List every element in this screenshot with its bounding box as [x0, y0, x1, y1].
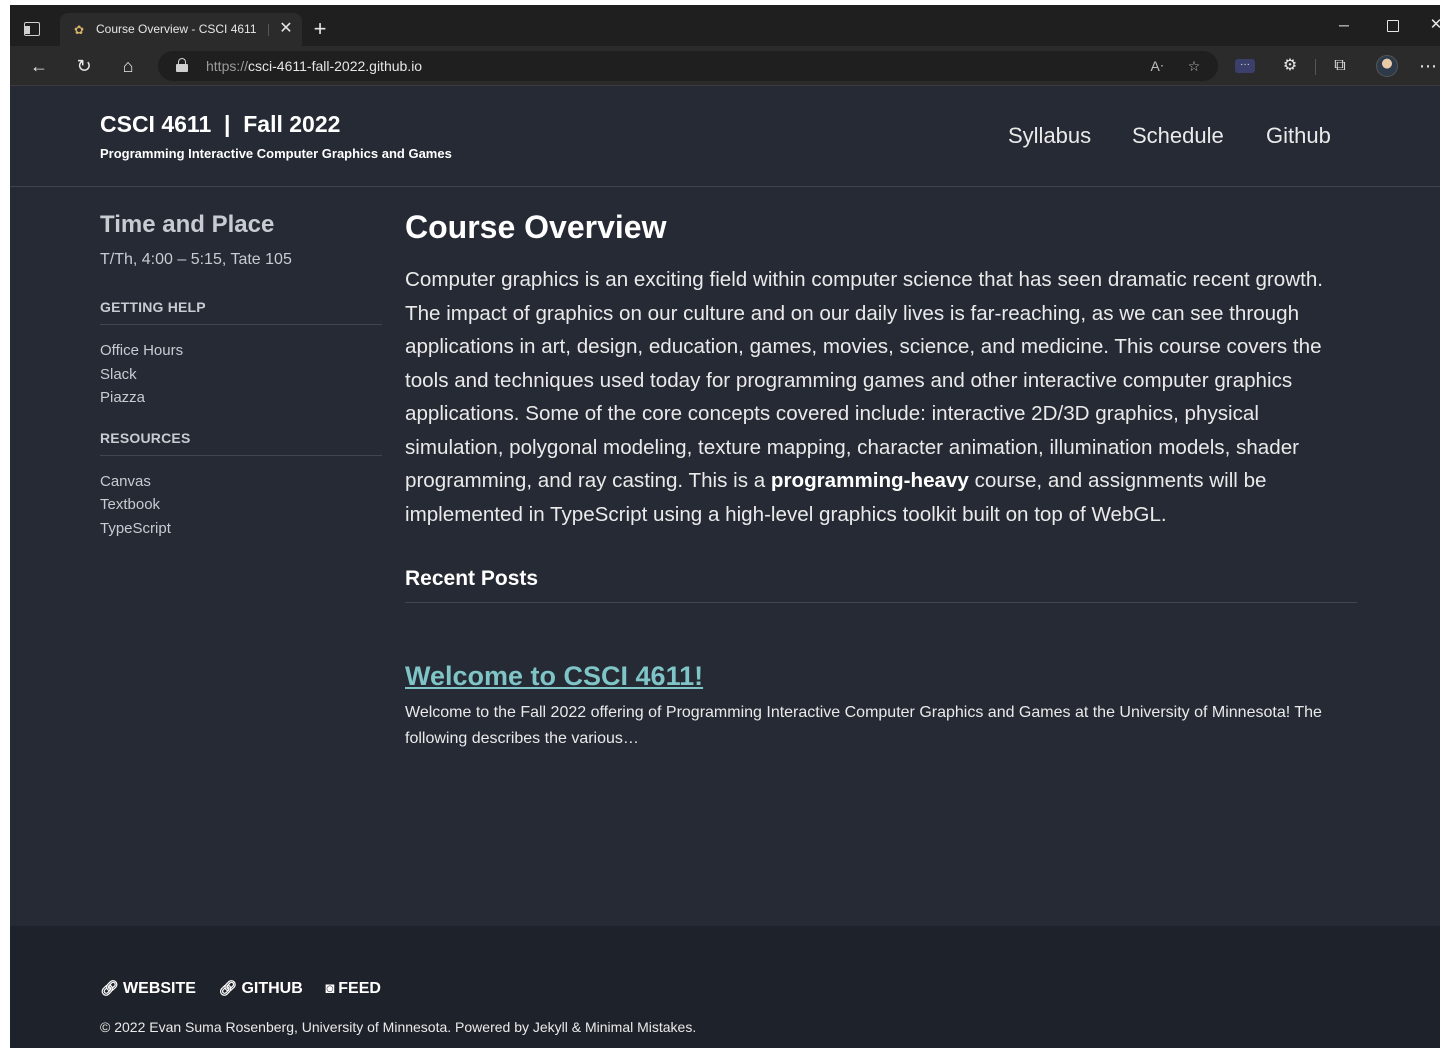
- read-aloud-icon[interactable]: A͏ᐧ: [1146, 56, 1168, 76]
- post-title-link[interactable]: Welcome to CSCI 4611!: [405, 661, 703, 692]
- browser-tab[interactable]: ✿ Course Overview - CSCI 4611 ✕: [60, 13, 302, 46]
- sidebar-link-piazza[interactable]: Piazza: [100, 386, 382, 410]
- copyright: © 2022 Evan Suma Rosenberg, University o…: [100, 1019, 697, 1035]
- course-description: Computer graphics is an exciting field w…: [405, 268, 1324, 526]
- maximize-icon[interactable]: [1380, 13, 1404, 37]
- sidebar-link-canvas[interactable]: Canvas: [100, 470, 382, 494]
- home-icon[interactable]: ⌂: [116, 54, 140, 78]
- new-tab-icon[interactable]: +: [308, 17, 332, 41]
- favorite-icon[interactable]: ☆: [1183, 56, 1205, 76]
- lock-icon[interactable]: [176, 58, 188, 72]
- rss-icon: ◙: [325, 980, 335, 997]
- site-subtitle: Programming Interactive Computer Graphic…: [100, 146, 452, 161]
- toolbar-divider: [1315, 59, 1316, 75]
- web-page: CSCI 4611 | Fall 2022 Programming Intera…: [10, 87, 1440, 1048]
- sidebar-link-typescript[interactable]: TypeScript: [100, 517, 382, 541]
- sidebar-heading: Time and Place: [100, 211, 275, 238]
- site-title[interactable]: CSCI 4611 | Fall 2022: [100, 111, 340, 138]
- title-bar: ✿ Course Overview - CSCI 4611 ✕ + ─ ✕: [10, 5, 1440, 46]
- emphasis-text: programming-heavy: [770, 469, 969, 492]
- browser-toolbar: ← ↻ ⌂ https://csci-4611-fall-2022.github…: [10, 46, 1440, 86]
- profile-avatar[interactable]: [1376, 55, 1398, 77]
- refresh-icon[interactable]: ↻: [72, 54, 96, 78]
- footer-link-github[interactable]: 🔗︎ GITHUB: [218, 979, 302, 998]
- sidebar-link-office-hours[interactable]: Office Hours: [100, 339, 382, 363]
- puzzle-icon[interactable]: ⚙: [1278, 54, 1302, 78]
- back-icon[interactable]: ←: [27, 54, 51, 78]
- resources-links: Canvas Textbook TypeScript: [100, 470, 382, 541]
- browser-window: ✿ Course Overview - CSCI 4611 ✕ + ─ ✕ ← …: [10, 5, 1440, 1048]
- nav-schedule[interactable]: Schedule: [1132, 123, 1224, 149]
- main-content: Course Overview Computer graphics is an …: [405, 209, 1357, 752]
- recent-posts-heading: Recent Posts: [405, 567, 1357, 603]
- tab-separator: [268, 24, 269, 36]
- window-close-icon[interactable]: ✕: [1424, 13, 1440, 37]
- footer-link-website[interactable]: 🔗︎ WEBSITE: [100, 979, 196, 998]
- minimize-icon[interactable]: ─: [1332, 13, 1356, 37]
- url-text[interactable]: https://csci-4611-fall-2022.github.io: [206, 58, 422, 74]
- getting-help-links: Office Hours Slack Piazza: [100, 339, 382, 410]
- nav-github[interactable]: Github: [1266, 123, 1331, 149]
- section-resources: RESOURCES: [100, 430, 382, 456]
- footer: 🔗︎ WEBSITE 🔗︎ GITHUB ◙ FEED © 2022 Evan Sum…: [10, 926, 1440, 1048]
- extension-icon[interactable]: ···: [1235, 59, 1255, 73]
- footer-links: 🔗︎ WEBSITE 🔗︎ GITHUB ◙ FEED: [100, 979, 399, 998]
- post-excerpt: Welcome to the Fall 2022 offering of Pro…: [405, 704, 1322, 747]
- favicon-icon: ✿: [73, 23, 85, 37]
- sidebar: Time and Place T/Th, 4:00 – 5:15, Tate 1…: [100, 211, 382, 540]
- link-icon: 🔗︎: [100, 980, 120, 997]
- tab-actions-icon[interactable]: [24, 22, 40, 36]
- page-title: Course Overview: [405, 209, 667, 245]
- sidebar-link-textbook[interactable]: Textbook: [100, 493, 382, 517]
- sidebar-link-slack[interactable]: Slack: [100, 363, 382, 387]
- collections-icon[interactable]: ⧉: [1328, 54, 1352, 78]
- close-tab-icon[interactable]: ✕: [276, 19, 296, 39]
- class-time: T/Th, 4:00 – 5:15, Tate 105: [100, 251, 292, 268]
- more-icon[interactable]: ⋯: [1416, 54, 1440, 78]
- address-bar[interactable]: https://csci-4611-fall-2022.github.io A͏…: [158, 51, 1218, 81]
- tab-title: Course Overview - CSCI 4611: [96, 22, 257, 36]
- masthead: CSCI 4611 | Fall 2022 Programming Intera…: [10, 87, 1440, 187]
- nav-syllabus[interactable]: Syllabus: [1008, 123, 1091, 149]
- footer-link-feed[interactable]: ◙ FEED: [325, 980, 381, 998]
- section-getting-help: GETTING HELP: [100, 299, 382, 325]
- link-icon: 🔗︎: [218, 980, 238, 997]
